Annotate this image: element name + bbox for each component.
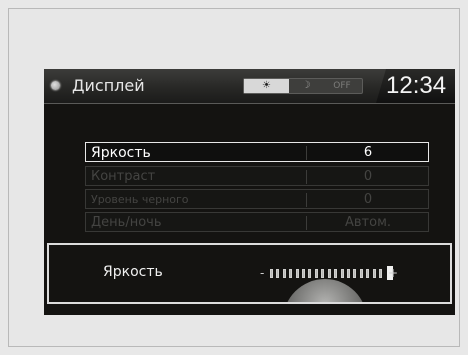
menu-item-value: Автом. [344,215,392,230]
slider-tick [366,269,369,278]
status-divider [44,103,455,104]
menu-item-value: 0 [363,192,373,207]
slider-tick [270,269,273,278]
minus-icon: - [260,266,265,280]
display-screen: Дисплей ☀ ☽ OFF 12:34 Яркость 6 Контраст… [44,69,455,315]
brightness-adjust-panel: Яркость - + [47,243,452,304]
menu-item-label: Яркость [91,145,151,161]
menu-item-black-level[interactable]: Уровень черного 0 [85,189,429,209]
slider-tick [276,269,279,278]
menu-item-label: Уровень черного [91,193,189,206]
slider-tick [379,269,382,278]
slider-tick [283,269,286,278]
sun-icon: ☀ [244,79,289,93]
row-divider [306,146,307,160]
slider-tick [315,269,318,278]
row-divider [306,193,307,207]
control-knob-icon[interactable] [283,279,367,302]
day-night-mode-indicator: ☀ ☽ OFF [243,78,363,94]
slider-tick [302,269,305,278]
status-bar: Дисплей ☀ ☽ OFF 12:34 [44,69,455,103]
mode-off-label: OFF [333,81,351,91]
menu-item-label: Контраст [91,169,156,184]
slider-tick [341,269,344,278]
slider-tick [328,269,331,278]
row-divider [306,170,307,184]
adjust-label: Яркость [103,264,163,280]
slider-tick [289,269,292,278]
slider-tick [353,269,356,278]
clock: 12:34 [386,72,447,99]
figure-frame: Дисплей ☀ ☽ OFF 12:34 Яркость 6 Контраст… [8,8,460,347]
menu-item-contrast[interactable]: Контраст 0 [85,166,429,186]
screen-title: Дисплей [72,76,145,95]
slider-tick [373,269,376,278]
menu-item-value: 6 [363,145,373,160]
plus-icon: + [388,266,399,280]
menu-item-day-night[interactable]: День/ночь Автом. [85,212,429,232]
slider-tick [308,269,311,278]
menu-item-value: 0 [363,169,373,184]
menu-item-brightness[interactable]: Яркость 6 [85,142,429,162]
brightness-slider[interactable] [270,266,393,280]
slider-tick [334,269,337,278]
slider-tick [321,269,324,278]
display-icon [51,81,60,90]
slider-tick [296,269,299,278]
slider-tick [347,269,350,278]
menu-item-label: День/ночь [91,215,162,230]
slider-tick [360,269,363,278]
row-divider [306,216,307,230]
moon-icon: ☽ [301,80,311,91]
